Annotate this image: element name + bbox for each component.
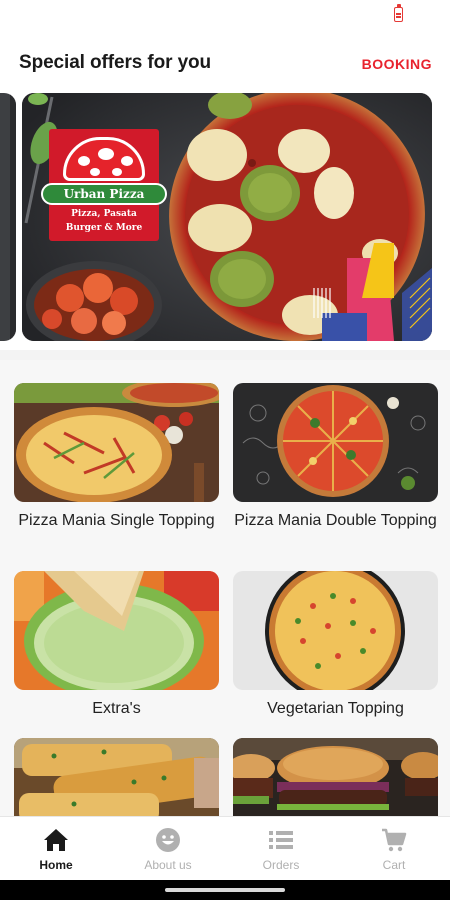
nav-about-us[interactable]: About us xyxy=(112,817,224,881)
nav-about-label: About us xyxy=(144,858,192,872)
home-icon xyxy=(44,829,68,851)
battery-icon xyxy=(394,4,403,22)
category-card-extras[interactable]: Extra's xyxy=(14,571,219,719)
category-label: Vegetarian Topping xyxy=(267,700,404,717)
category-label: Pizza Mania Double Topping xyxy=(234,512,437,529)
nav-cart-label: Cart xyxy=(382,858,406,872)
carousel-previous-slide[interactable] xyxy=(0,93,16,341)
system-navigation-bar xyxy=(0,880,450,900)
category-label: Extra's xyxy=(92,700,141,717)
page-title: Special offers for you xyxy=(19,52,212,73)
smiley-icon xyxy=(156,828,180,852)
booking-button[interactable]: BOOKING xyxy=(362,56,432,72)
bottom-navigation: Home About us Orders Cart xyxy=(0,816,450,880)
logo-tagline: Pizza, Pasata xyxy=(71,209,137,219)
mushroom-icon xyxy=(63,137,145,181)
nav-home-label: Home xyxy=(39,858,73,872)
nav-orders-label: Orders xyxy=(262,858,300,872)
urban-pizza-logo: Urban Pizza Pizza, Pasata Burger & More xyxy=(41,129,167,241)
category-card-single-topping[interactable]: Pizza Mania Single Topping xyxy=(14,383,219,531)
category-label: Pizza Mania Single Topping xyxy=(18,512,215,529)
status-bar xyxy=(0,0,450,36)
category-image xyxy=(233,383,438,502)
offers-carousel[interactable]: Urban Pizza Pizza, Pasata Burger & More xyxy=(0,93,450,341)
category-image xyxy=(233,571,438,690)
list-icon xyxy=(269,831,293,849)
category-image xyxy=(14,571,219,690)
cart-icon xyxy=(382,828,407,852)
offer-banner[interactable]: Urban Pizza Pizza, Pasata Burger & More xyxy=(22,93,432,341)
nav-home[interactable]: Home xyxy=(0,817,112,881)
category-card-vegetarian[interactable]: Vegetarian Topping xyxy=(233,571,438,719)
logo-tagline: Burger & More xyxy=(65,223,143,233)
category-image xyxy=(14,383,219,502)
nav-orders[interactable]: Orders xyxy=(225,817,337,881)
nav-cart[interactable]: Cart xyxy=(338,817,450,881)
header: Special offers for you BOOKING xyxy=(0,44,450,84)
section-divider xyxy=(0,350,450,360)
category-card-double-topping[interactable]: Pizza Mania Double Topping xyxy=(233,383,438,531)
home-gesture-handle[interactable] xyxy=(165,888,285,892)
logo-name: Urban Pizza xyxy=(41,183,167,205)
